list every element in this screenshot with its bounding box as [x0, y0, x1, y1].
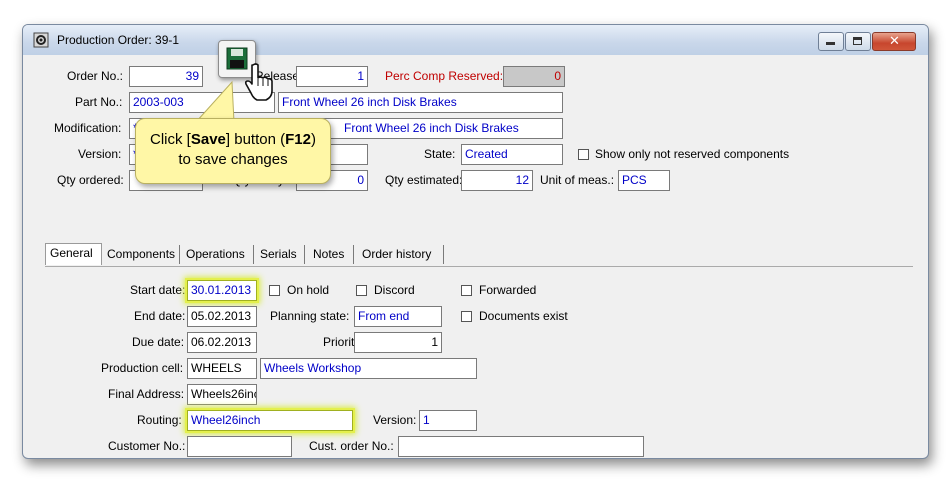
release-field[interactable]: 1: [296, 66, 368, 87]
close-button[interactable]: ✕: [872, 32, 916, 51]
due-date-field[interactable]: 06.02.2013: [187, 332, 257, 353]
save-tooltip-callout: Click [Save] button (F12) to save change…: [135, 118, 331, 184]
tooltip-line-2: to save changes: [178, 151, 288, 168]
production-order-window: Production Order: 39-1 ✕ Order No.: 39 R…: [22, 24, 929, 459]
production-cell-field[interactable]: WHEELS: [187, 358, 257, 379]
forwarded-label: Forwarded: [479, 283, 537, 297]
hand-cursor-icon: [244, 62, 278, 105]
unit-of-measure-field[interactable]: PCS: [618, 170, 670, 191]
customer-no-field[interactable]: [187, 436, 292, 457]
part-description-field[interactable]: Front Wheel 26 inch Disk Brakes: [278, 92, 563, 113]
forwarded-checkbox[interactable]: [461, 285, 472, 296]
routing-label: Routing:: [137, 413, 182, 427]
end-date-field[interactable]: 05.02.2013: [187, 306, 257, 327]
end-date-label: End date:: [134, 309, 186, 323]
perc-comp-label: Perc Comp Reserved:: [385, 69, 504, 83]
final-address-label: Final Address:: [108, 387, 185, 401]
cust-order-no-label: Cust. order No.:: [309, 439, 394, 453]
start-date-field[interactable]: 30.01.2013: [187, 280, 257, 301]
priority-field[interactable]: 1: [354, 332, 442, 353]
maximize-button[interactable]: [845, 32, 871, 51]
on-hold-label: On hold: [287, 283, 330, 297]
tab-operations[interactable]: Operations: [182, 245, 254, 264]
minimize-button[interactable]: [818, 32, 844, 51]
tab-order-history[interactable]: Order history: [358, 245, 444, 264]
modification-label: Modification:: [54, 121, 122, 135]
close-icon: ✕: [889, 33, 900, 48]
start-date-label: Start date:: [130, 283, 186, 297]
on-hold-checkbox[interactable]: [269, 285, 280, 296]
state-field[interactable]: Created: [461, 144, 563, 165]
tab-notes[interactable]: Notes: [309, 245, 354, 264]
tab-general[interactable]: General: [45, 243, 102, 265]
documents-exist-label: Documents exist: [479, 309, 568, 323]
discord-label: Discord: [374, 283, 415, 297]
order-no-label: Order No.:: [67, 69, 124, 83]
show-only-not-reserved-label: Show only not reserved components: [595, 147, 790, 161]
planning-state-label: Planning state:: [270, 309, 350, 323]
documents-exist-checkbox[interactable]: [461, 311, 472, 322]
qty-estimated-label: Qty estimated:: [385, 173, 463, 187]
tooltip-line-1: Click [Save] button (F12): [150, 131, 316, 148]
due-date-label: Due date:: [132, 335, 185, 349]
routing-version-field[interactable]: 1: [419, 410, 477, 431]
routing-field[interactable]: Wheel26inch: [187, 410, 353, 431]
qty-ordered-label: Qty ordered:: [57, 173, 124, 187]
planning-state-field[interactable]: From end: [354, 306, 442, 327]
discord-checkbox[interactable]: [356, 285, 367, 296]
customer-no-label: Customer No.:: [108, 439, 186, 453]
version-label: Version:: [78, 147, 122, 161]
cust-order-no-field[interactable]: [398, 436, 644, 457]
state-label: State:: [424, 147, 456, 161]
window-client: Order No.: 39 Release: 1 Perc Comp Reser…: [29, 55, 920, 457]
perc-comp-field: 0: [503, 66, 565, 87]
minimize-icon: [826, 42, 835, 45]
tab-components[interactable]: Components: [103, 245, 180, 264]
routing-version-label: Version:: [373, 413, 417, 427]
show-only-not-reserved-checkbox[interactable]: [578, 149, 589, 160]
window-title: Production Order: 39-1: [57, 33, 180, 47]
unit-of-measure-label: Unit of meas.:: [540, 173, 615, 187]
title-bar[interactable]: Production Order: 39-1 ✕: [23, 25, 928, 55]
qty-estimated-field[interactable]: 12: [461, 170, 533, 191]
callout-pointer: [194, 80, 235, 123]
maximize-icon: [853, 37, 862, 45]
app-icon: [33, 32, 49, 48]
production-cell-label: Production cell:: [101, 361, 184, 375]
final-address-field[interactable]: Wheels26inc: [187, 384, 257, 405]
production-cell-description-field[interactable]: Wheels Workshop: [260, 358, 477, 379]
part-no-label: Part No.:: [75, 95, 123, 109]
tab-serials[interactable]: Serials: [256, 245, 305, 264]
